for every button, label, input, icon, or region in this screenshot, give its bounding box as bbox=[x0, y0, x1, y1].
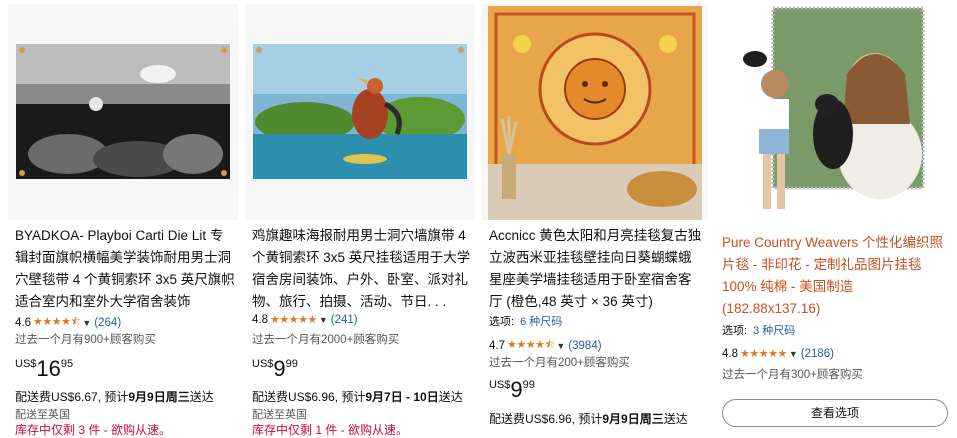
product-image-art bbox=[16, 44, 230, 179]
shipping-date: 9月9日周三 bbox=[602, 412, 664, 426]
price: US$1695 bbox=[15, 356, 73, 382]
review-count[interactable]: (241) bbox=[331, 314, 358, 326]
price-fraction: 95 bbox=[60, 358, 74, 370]
price-whole: 9 bbox=[273, 356, 286, 381]
shipping-suffix: 送达 bbox=[189, 390, 214, 404]
product-title[interactable]: Accnicc 黄色太阳和月亮挂毯复古独立波西米亚挂毯壁挂向日葵蝴蝶蛾星座美学墙… bbox=[489, 225, 703, 313]
price: US$999 bbox=[489, 377, 535, 403]
chevron-down-icon[interactable]: ▼ bbox=[789, 349, 798, 359]
bought-count: 过去一个月有200+顾客购买 bbox=[489, 357, 630, 369]
see-options-button[interactable]: 查看选项 bbox=[722, 399, 948, 427]
star-rating-icon[interactable]: ★★★★⯪ bbox=[507, 336, 555, 355]
ships-from: 配送至英国 bbox=[15, 409, 70, 421]
chevron-down-icon[interactable]: ▼ bbox=[319, 315, 328, 325]
shipping-prefix: 配送费US$6.96, 预计 bbox=[489, 412, 603, 426]
chevron-down-icon[interactable]: ▼ bbox=[82, 318, 91, 328]
product-card[interactable]: 鸡旗趣味海报耐用男士洞穴墙旗带 4 个黄铜索环 3x5 英尺挂毯适用于大学宿舍房… bbox=[245, 0, 475, 437]
shipping-suffix: 送达 bbox=[663, 412, 688, 426]
shipping-prefix: 配送费US$6.96, 预计 bbox=[252, 390, 366, 404]
shipping-info: 配送费US$6.96, 预计9月9日周三送达 bbox=[489, 410, 688, 427]
options-row: 选项: 6 种尺码 bbox=[489, 313, 562, 329]
product-title[interactable]: 鸡旗趣味海报耐用男士洞穴墙旗带 4 个黄铜索环 3x5 英尺挂毯适用于大学宿舍房… bbox=[252, 225, 474, 313]
rating-row: 4.6 ★★★★⯪ ▼ (264) bbox=[15, 313, 121, 332]
rating-row: 4.8 ★★★★★ ▼ (241) bbox=[252, 313, 358, 327]
stock-warning: 库存中仅剩 3 件 - 欲购从速。 bbox=[15, 423, 172, 437]
bought-count: 过去一个月有2000+顾客购买 bbox=[252, 334, 400, 346]
price-fraction: 99 bbox=[285, 358, 298, 370]
stock-warning: 库存中仅剩 1 件 - 欲购从速。 bbox=[252, 423, 409, 437]
product-title[interactable]: Pure Country Weavers 个性化编织照片毯 - 非印花 - 定制… bbox=[722, 232, 948, 320]
shipping-info: 配送费US$6.67, 预计9月9日周三送达 bbox=[15, 388, 214, 405]
star-rating-icon[interactable]: ★★★★⯪ bbox=[33, 313, 81, 332]
review-count[interactable]: (264) bbox=[94, 317, 121, 329]
price-currency: US$ bbox=[252, 358, 274, 370]
product-image-art bbox=[253, 44, 467, 179]
price-currency: US$ bbox=[489, 379, 511, 391]
shipping-info: 配送费US$6.96, 预计9月7日 - 10日送达 bbox=[252, 388, 463, 405]
review-count[interactable]: (3984) bbox=[568, 340, 601, 352]
product-image[interactable] bbox=[482, 4, 708, 220]
rating-value: 4.7 bbox=[489, 339, 505, 352]
star-rating-icon[interactable]: ★★★★★ bbox=[740, 347, 787, 360]
product-image[interactable] bbox=[8, 4, 238, 220]
options-row: 选项: 3 种尺码 bbox=[722, 322, 795, 338]
price-whole: 9 bbox=[510, 377, 523, 402]
product-card[interactable]: BYADKOA- Playboi Carti Die Lit 专辑封面旗帜横幅美… bbox=[8, 0, 238, 437]
shipping-date: 9月9日周三 bbox=[128, 390, 190, 404]
shipping-date: 9月7日 - 10日 bbox=[365, 390, 439, 404]
rating-value: 4.8 bbox=[252, 313, 268, 326]
rating-value: 4.6 bbox=[15, 316, 31, 329]
options-label: 选项: bbox=[489, 316, 515, 328]
product-card[interactable]: Accnicc 黄色太阳和月亮挂毯复古独立波西米亚挂毯壁挂向日葵蝴蝶蛾星座美学墙… bbox=[482, 0, 708, 432]
shipping-prefix: 配送费US$6.67, 预计 bbox=[15, 390, 129, 404]
price-whole: 16 bbox=[36, 356, 61, 381]
rating-value: 4.8 bbox=[722, 347, 738, 360]
bought-count: 过去一个月有300+顾客购买 bbox=[722, 369, 863, 381]
review-count[interactable]: (2186) bbox=[801, 348, 834, 360]
price: US$999 bbox=[252, 356, 298, 382]
star-rating-icon[interactable]: ★★★★★ bbox=[270, 313, 317, 326]
price-currency: US$ bbox=[15, 358, 37, 370]
product-image-art bbox=[743, 6, 925, 209]
ships-from: 配送至英国 bbox=[252, 409, 307, 421]
rating-row: 4.8 ★★★★★ ▼ (2186) bbox=[722, 347, 834, 361]
chevron-down-icon[interactable]: ▼ bbox=[556, 341, 565, 351]
product-title[interactable]: BYADKOA- Playboi Carti Die Lit 专辑封面旗帜横幅美… bbox=[15, 225, 235, 313]
product-card[interactable]: Pure Country Weavers 个性化编织照片毯 - 非印花 - 定制… bbox=[715, 0, 951, 432]
shipping-suffix: 送达 bbox=[438, 390, 463, 404]
price-fraction: 99 bbox=[522, 379, 535, 391]
size-options-link[interactable]: 6 种尺码 bbox=[520, 316, 562, 328]
product-image[interactable] bbox=[715, 4, 951, 220]
product-image[interactable] bbox=[245, 4, 475, 220]
options-label: 选项: bbox=[722, 325, 748, 337]
size-options-link[interactable]: 3 种尺码 bbox=[753, 325, 795, 337]
bought-count: 过去一个月有900+顾客购买 bbox=[15, 334, 156, 346]
rating-row: 4.7 ★★★★⯪ ▼ (3984) bbox=[489, 336, 602, 355]
product-image-art bbox=[488, 6, 702, 220]
